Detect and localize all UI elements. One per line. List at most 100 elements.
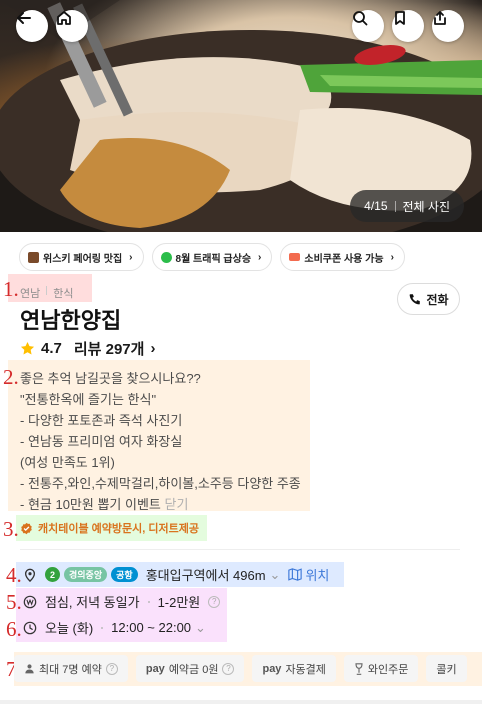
collapse-description-button[interactable]: 닫기 [165, 497, 189, 512]
description-line: - 전통주,와인,수제막걸리,하이볼,소주등 다양한 주종 [20, 476, 301, 491]
tag-label: 자동결제 [285, 663, 326, 676]
tag-corkage[interactable]: 콜키 [426, 655, 467, 682]
tag-label: 와인주문 [367, 663, 409, 676]
tag-deposit[interactable]: pay 예약금 0원 ? [135, 655, 245, 682]
star-icon [20, 341, 35, 355]
person-icon [25, 664, 34, 674]
marker-2: 2. [3, 365, 19, 389]
search-button[interactable] [352, 10, 384, 42]
description-line: "전통한옥에 즐기는 한식" [20, 392, 157, 407]
wine-glass-icon [355, 662, 363, 675]
tag-max-reservation[interactable]: 최대 7명 예약 ? [14, 655, 128, 682]
description-line: (여성 만족도 1위) [20, 455, 115, 470]
pay-logo-icon: pay [145, 662, 165, 675]
chip-label: 위스키 페어링 맛집 [43, 253, 123, 265]
marker-6: 6. [6, 617, 22, 641]
clock-icon [23, 621, 37, 634]
chip-coupon[interactable]: 소비쿠폰 사용 가능 › [280, 243, 405, 271]
chip-label: 8월 트래픽 급상승 [175, 253, 252, 265]
hero-photo[interactable]: 4/15 전체 사진 [0, 0, 482, 232]
place-name: 연남한양집 [20, 308, 122, 333]
bottom-divider [0, 700, 482, 704]
description: 좋은 추억 남길곳을 찾으시나요?? "전통한옥에 즐기는 한식" - 다양한 … [20, 368, 310, 515]
share-icon [434, 11, 446, 25]
back-button[interactable] [16, 10, 48, 42]
subway-line-2-badge: 2 [45, 567, 60, 582]
rating-row[interactable]: 4.7 리뷰 297개 › [20, 338, 155, 359]
separator [101, 626, 104, 629]
airport-line-badge: 공항 [111, 567, 138, 582]
marker-3: 3. [3, 517, 19, 541]
divider [20, 549, 460, 550]
location-row[interactable]: 2 경의중앙 공항 홍대입구역에서 496m ⌄ 위치 [23, 565, 329, 584]
marker-4: 4. [6, 563, 22, 587]
bookmark-icon [395, 11, 405, 25]
call-button[interactable]: 전화 [397, 283, 460, 315]
perk-banner: 캐치테이블 예약방문시, 디저트제공 [20, 520, 199, 536]
separator [46, 286, 48, 295]
highlight-chips: 위스키 페어링 맛집 › 8월 트래픽 급상승 › 소비쿠폰 사용 가능 › [19, 243, 405, 271]
map-icon [288, 568, 303, 581]
gyeongui-line-badge: 경의중앙 [64, 567, 108, 582]
description-line: - 다양한 포토존과 즉석 사진기 [20, 413, 183, 428]
phone-icon [410, 293, 421, 304]
pay-logo-icon: pay [262, 662, 282, 675]
help-icon[interactable]: ? [105, 662, 118, 675]
location-pin-icon [24, 568, 36, 582]
review-count: 리뷰 297개 [73, 341, 145, 358]
share-button[interactable] [432, 10, 464, 42]
service-tags: 최대 7명 예약 ? pay 예약금 0원 ? pay 자동결제 와인주문 콜키 [14, 655, 467, 682]
all-photos-button[interactable]: 4/15 전체 사진 [350, 190, 464, 222]
rating-value: 4.7 [41, 340, 62, 357]
separator [394, 200, 396, 212]
chip-whiskey-pairing[interactable]: 위스키 페어링 맛집 › [19, 243, 144, 271]
tag-label: 최대 7명 예약 [39, 663, 102, 676]
chevron-right-icon: › [150, 340, 156, 357]
tag-label: 콜키 [436, 663, 457, 676]
hours-row[interactable]: 오늘 (화) 12:00 ~ 22:00 ⌄ [23, 618, 206, 637]
tag-wine-order[interactable]: 와인주문 [343, 655, 419, 682]
home-icon [57, 11, 71, 25]
photo-counter: 4/15 [364, 199, 388, 213]
price-row: 점심, 저녁 동일가 1-2만원 ? [23, 592, 221, 611]
chevron-down-icon: ⌄ [195, 619, 206, 635]
call-label: 전화 [426, 292, 449, 307]
description-line: - 현금 10만원 뽑기 이벤트 [20, 497, 161, 512]
hours-time: 12:00 ~ 22:00 [111, 620, 192, 635]
coupon-icon [289, 253, 301, 261]
price-range: 1-2만원 [157, 595, 201, 610]
whiskey-icon [28, 251, 39, 263]
map-location-link[interactable]: 위치 [288, 565, 329, 584]
chevron-right-icon: › [129, 251, 133, 263]
marker-1: 1. [3, 277, 19, 301]
help-icon[interactable]: ? [222, 662, 235, 675]
trend-icon [160, 251, 172, 263]
separator [147, 600, 150, 603]
chip-label: 소비쿠폰 사용 가능 [304, 253, 384, 265]
description-last-line: - 현금 10만원 뽑기 이벤트 닫기 [20, 494, 310, 515]
tag-auto-payment[interactable]: pay 자동결제 [252, 655, 336, 682]
hours-day: 오늘 (화) [45, 621, 94, 636]
bookmark-button[interactable] [392, 10, 424, 42]
map-label: 위치 [305, 568, 330, 583]
verified-badge-icon [21, 522, 32, 534]
marker-5: 5. [6, 590, 22, 614]
chip-traffic-rising[interactable]: 8월 트래픽 급상승 › [151, 243, 273, 271]
category-label: 한식 [53, 288, 74, 300]
description-line: - 연남동 프리미엄 여자 화장실 [20, 434, 183, 449]
arrow-left-icon [17, 12, 31, 24]
chevron-right-icon: › [258, 251, 262, 263]
tag-label: 예약금 0원 [168, 663, 219, 676]
help-icon[interactable]: ? [208, 595, 221, 608]
price-meal: 점심, 저녁 동일가 [45, 595, 140, 610]
chevron-down-icon: ⌄ [269, 566, 281, 582]
distance-text: 홍대입구역에서 496m [145, 568, 266, 583]
description-line: 좋은 추억 남길곳을 찾으시나요?? [20, 371, 201, 386]
search-icon [353, 11, 368, 26]
perk-text: 캐치테이블 예약방문시, 디저트제공 [38, 523, 199, 535]
area-label: 연남 [20, 288, 41, 300]
all-photos-label: 전체 사진 [402, 199, 451, 214]
chevron-right-icon: › [390, 251, 394, 263]
category-breadcrumb: 연남 한식 [20, 285, 74, 301]
home-button[interactable] [56, 10, 88, 42]
